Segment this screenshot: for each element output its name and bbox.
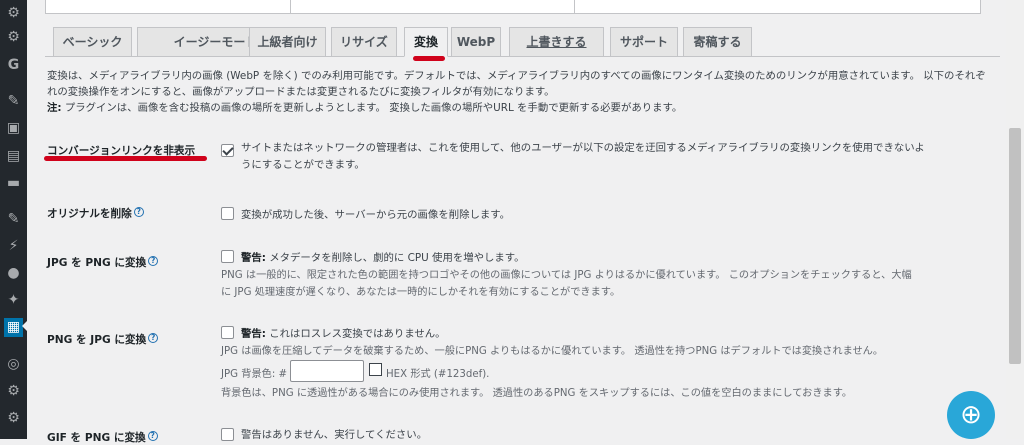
jpg-background-input[interactable] — [290, 360, 364, 382]
png-to-jpg-checkbox[interactable] — [221, 326, 234, 339]
help-icon[interactable]: ? — [133, 207, 144, 217]
pin-icon[interactable]: ✎ — [4, 92, 23, 111]
g-plugin-icon[interactable]: G — [4, 56, 23, 75]
jpg-background-label: JPG 背景色: # — [221, 369, 288, 380]
convert-intro: 変換は、メディアライブラリ内の画像 (WebP を除く) でのみ利用可能です。デ… — [47, 68, 1002, 116]
plugins-icon[interactable]: ⚡ — [4, 237, 23, 256]
png-to-jpg-row-label: PNG を JPG に変換? — [47, 332, 159, 347]
appearance-icon[interactable]: ✎ — [4, 210, 23, 229]
jpg-to-png-warning-text: メタデータを削除し、劇的に CPU 使用を増やします。 — [265, 252, 525, 264]
intro-line-2: れの変換操作をオンにすると、画像がアップロードまたは変更されるたびに変換フィルタ… — [47, 86, 555, 98]
users-icon[interactable]: ● — [4, 264, 23, 283]
tab-advanced[interactable]: 上級者向け — [249, 27, 326, 57]
png-to-jpg-warning: 警告: これはロスレス変換ではありません。 — [241, 325, 446, 340]
tab-overrides-label: 上書きする — [526, 35, 587, 49]
jpg-to-png-warning: 警告: メタデータを削除し、劇的に CPU 使用を増やします。 — [241, 249, 525, 264]
tools-icon[interactable]: ✦ — [4, 291, 23, 310]
gear-icon-2[interactable]: ⚙ — [4, 382, 23, 401]
delete-originals-checkbox[interactable] — [221, 207, 234, 220]
jpg-to-png-desc-1: PNG は一般的に、限定された色の範囲を持つロゴやその他の画像については JPG… — [221, 270, 912, 281]
red-annotation-label — [44, 156, 207, 161]
pages-icon[interactable]: ▤ — [4, 147, 23, 166]
dashboard-gear-icon-2[interactable]: ⚙ — [4, 28, 23, 47]
note-text: プラグインは、画像を含む投稿の画像の場所を更新しようとします。 変換した画像の場… — [61, 102, 683, 114]
hide-links-text-line2: うにすることができます。 — [241, 159, 365, 171]
tab-overrides[interactable]: 上書きする — [509, 27, 604, 57]
png-to-jpg-desc-1: JPG は画像を圧縮してデータを破棄するため、一般にPNG よりもはるかに優れて… — [221, 346, 884, 357]
jpg-to-png-desc-2: に JPG 処理速度が遅くなり、あなたは一時的にしかそれを有効にすることができま… — [221, 287, 621, 298]
dashboard-gear-icon[interactable]: ⚙ — [4, 4, 23, 23]
delete-originals-label: オリジナルを削除 — [47, 208, 132, 220]
hex-format-hint: HEX 形式 (#123def). — [386, 369, 490, 380]
note-label: 注: — [47, 102, 62, 114]
hex-color-swatch — [369, 363, 382, 376]
help-icon[interactable]: ? — [147, 431, 158, 441]
jpg-to-png-description: PNG は一般的に、限定された色の範囲を持つロゴやその他の画像については JPG… — [221, 267, 1011, 301]
tab-resize[interactable]: リサイズ — [331, 27, 397, 57]
admin-sidebar: ⚙ ⚙ G ✎ ▣ ▤ ▬ ✎ ⚡ ● ✦ ▦ ◎ ⚙ ⚙ — [0, 0, 29, 439]
tab-basic[interactable]: ベーシック — [53, 27, 132, 57]
gif-to-png-row-label: GIF を PNG に変換? — [47, 430, 158, 445]
hide-links-text-line1: サイトまたはネットワークの管理者は、これを使用して、他のユーザーが以下の設定を迂… — [241, 142, 925, 154]
lifebuoy-icon: ⊕ — [960, 400, 982, 430]
png-to-jpg-warning-text: これはロスレス変換ではありません。 — [265, 328, 446, 340]
tab-support[interactable]: サポート — [610, 27, 678, 57]
jpg-to-png-row-label: JPG を PNG に変換? — [47, 255, 159, 270]
intro-note: 注: プラグインは、画像を含む投稿の画像の場所を更新しようとします。 変換した画… — [47, 100, 1002, 116]
gear-icon-3[interactable]: ⚙ — [4, 409, 23, 428]
delete-originals-row-label: オリジナルを削除? — [47, 206, 144, 221]
media-icon[interactable]: ▣ — [4, 119, 23, 138]
active-menu-arrow — [22, 319, 29, 333]
hide-links-checkbox[interactable] — [221, 144, 234, 157]
help-icon[interactable]: ? — [148, 256, 159, 266]
tab-convert[interactable]: 変換 — [404, 27, 448, 57]
png-to-jpg-label: PNG を JPG に変換 — [47, 334, 147, 346]
jpg-to-png-label: JPG を PNG に変換 — [47, 257, 147, 269]
jpg-to-png-checkbox[interactable] — [221, 250, 234, 263]
settings-active-icon[interactable]: ▦ — [4, 318, 23, 337]
red-annotation-tab — [413, 56, 445, 61]
png-to-jpg-desc-2: 背景色は、PNG に透過性がある場合にのみ使用されます。 透過性のあるPNG を… — [221, 388, 853, 399]
circle-plugin-icon[interactable]: ◎ — [4, 355, 23, 374]
help-icon[interactable]: ? — [148, 333, 159, 343]
delete-originals-text: 変換が成功した後、サーバーから元の画像を削除します。 — [241, 209, 511, 221]
hide-links-text: サイトまたはネットワークの管理者は、これを使用して、他のユーザーが以下の設定を迂… — [241, 140, 1011, 174]
intro-line-1: 変換は、メディアライブラリ内の画像 (WebP を除く) でのみ利用可能です。デ… — [47, 70, 986, 82]
tab-webp[interactable]: WebP — [451, 27, 501, 57]
help-beacon-button[interactable]: ⊕ — [947, 391, 995, 439]
previous-panel-remnant — [45, 0, 981, 14]
warning-label: 警告: — [241, 252, 266, 264]
gif-to-png-label: GIF を PNG に変換 — [47, 432, 146, 444]
page-scrollbar[interactable] — [1006, 0, 1024, 439]
warning-label: 警告: — [241, 328, 266, 340]
comments-icon[interactable]: ▬ — [4, 174, 23, 193]
gif-to-png-checkbox[interactable] — [221, 428, 234, 441]
tab-contribute[interactable]: 寄稿する — [683, 27, 752, 57]
